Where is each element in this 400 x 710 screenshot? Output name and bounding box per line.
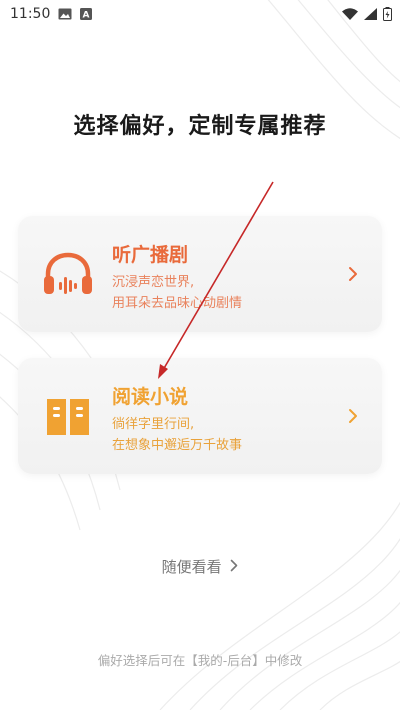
annotation-arrow [158,181,274,379]
option-description-line: 沉浸声恋世界, [112,275,195,290]
signal-icon [364,8,377,20]
option-title: 阅读小说 [112,386,189,408]
chevron-right-icon [349,267,357,281]
status-left: 11:50 A [10,6,93,22]
option-description: 徜徉字里行间, 在想象中邂逅万千故事 [112,414,242,456]
headphones-icon [44,252,92,294]
chevron-right-icon [349,409,357,423]
chevron-right-icon [231,559,238,572]
status-time: 11:50 [10,6,51,22]
option-card-novel[interactable]: 阅读小说 徜徉字里行间, 在想象中邂逅万千故事 [18,358,382,474]
svg-text:A: A [83,11,90,21]
browse-randomly-label: 随便看看 [161,558,222,576]
status-right [342,7,392,21]
browse-randomly-link[interactable]: 随便看看 [0,556,400,577]
option-description-line: 在想象中邂逅万千故事 [112,438,243,453]
option-description-line: 徜徉字里行间, [112,417,195,432]
image-icon [58,8,72,20]
battery-icon [383,7,392,21]
option-title: 听广播剧 [112,244,189,266]
a-badge-icon: A [80,8,93,21]
wifi-icon [342,8,358,20]
page-title: 选择偏好，定制专属推荐 [73,114,327,139]
option-description-line: 用耳朵去品味心动剧情 [112,296,243,311]
option-card-audio-drama[interactable]: 听广播剧 沉浸声恋世界, 用耳朵去品味心动剧情 [18,216,382,332]
footer-note: 偏好选择后可在【我的-后台】中修改 [97,653,303,668]
book-icon [47,399,89,435]
status-bar: 11:50 A [0,0,400,28]
background-swirl [0,0,400,710]
option-description: 沉浸声恋世界, 用耳朵去品味心动剧情 [112,272,242,314]
